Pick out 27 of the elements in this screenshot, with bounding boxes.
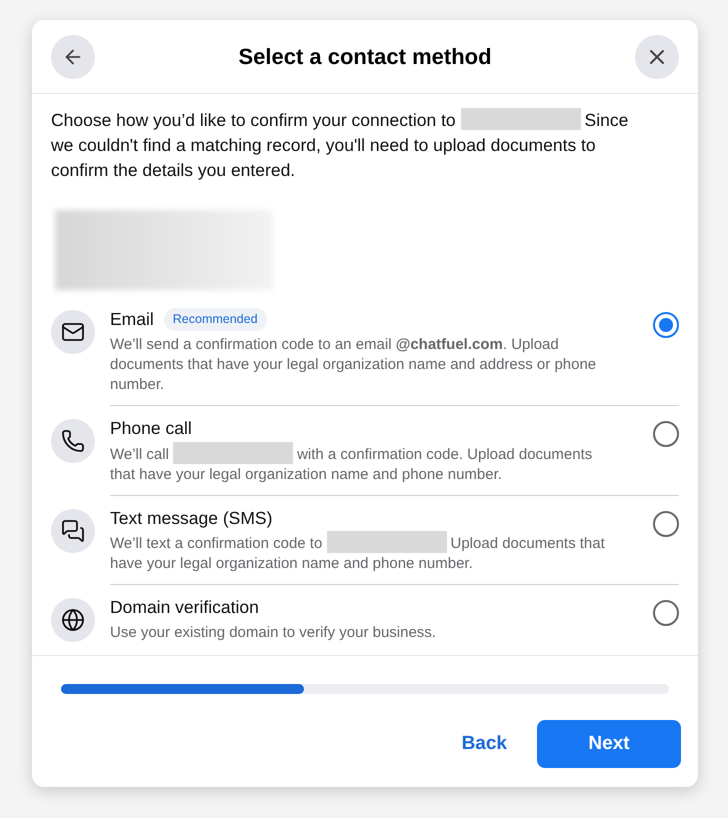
option-description: We’ll send a confirmation code to an email @chatfuel.com. Upload documents that have your legal organization name and address or phone number. xyxy=(110,335,598,396)
contact-option[interactable]: Text message (SMS) We’ll text a confirmation code to Upload documents that have your legal organization name and phone number. xyxy=(51,504,679,594)
back-button[interactable]: Back xyxy=(444,720,525,768)
dialog-title: Select a contact method xyxy=(238,43,492,71)
next-button[interactable]: Next xyxy=(537,720,681,768)
radio-button[interactable] xyxy=(653,312,679,338)
option-title: Phone call xyxy=(110,417,192,440)
contact-option[interactable]: Email Recommended We’ll send a confirmation code to an email @chatfuel.com. Upload documents that have your legal organization name and address or phone number. xyxy=(51,306,679,416)
chat-icon xyxy=(61,518,85,542)
phone-icon xyxy=(61,429,85,454)
radio-button[interactable] xyxy=(653,421,679,448)
contact-option[interactable]: Domain verification Use your existing domain to verify your business. xyxy=(51,594,679,653)
close-button[interactable] xyxy=(634,34,679,78)
contact-option[interactable]: Phone call We’ll call with a confirmation code. Upload documents that have your legal organization name and phone number. xyxy=(51,415,679,504)
option-title: Email xyxy=(110,308,154,331)
option-title: Domain verification xyxy=(110,596,259,619)
option-description: Use your existing domain to verify your business. xyxy=(110,623,437,643)
globe-icon xyxy=(61,608,85,632)
intro-text: Choose how you’d like to confirm your connection to Since we couldn't find a matching record, you'll need to upload documents to confirm the details you entered. xyxy=(51,108,630,182)
option-description: We’ll text a confirmation code to Upload documents that have your legal organization name and phone number. xyxy=(110,534,613,574)
radio-button[interactable] xyxy=(653,600,679,626)
option-description: We’ll call with a confirmation code. Upload documents that have your legal organization name and phone number. xyxy=(110,444,613,484)
option-title: Text message (SMS) xyxy=(110,506,272,530)
back-arrow-button[interactable] xyxy=(51,34,95,78)
recommended-badge: Recommended xyxy=(164,308,267,330)
mail-icon xyxy=(61,320,85,344)
radio-button[interactable] xyxy=(653,510,679,536)
